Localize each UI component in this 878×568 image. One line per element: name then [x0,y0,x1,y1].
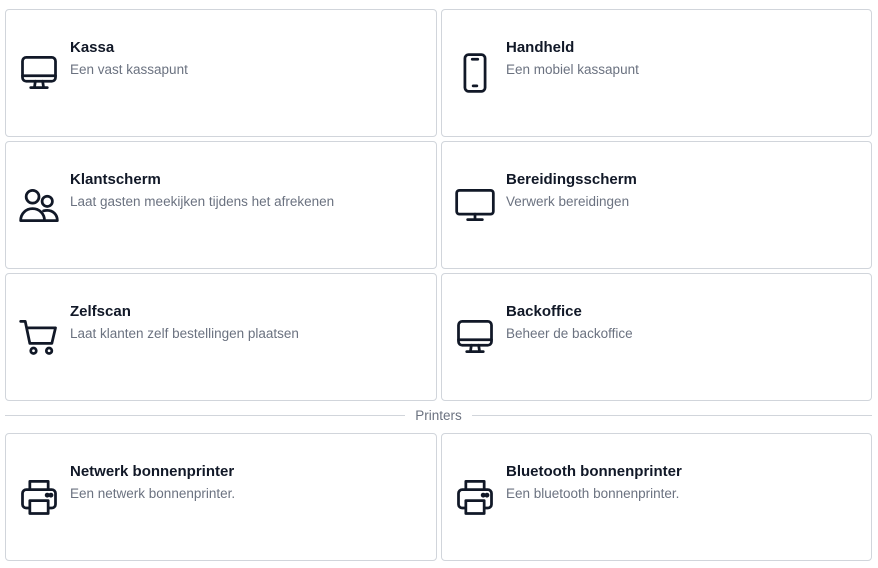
device-card-kassa[interactable]: Kassa Een vast kassapunt [5,9,437,137]
shopping-cart-icon [17,274,61,400]
users-icon [17,142,61,268]
printer-description: Een bluetooth bonnenprinter. [506,486,680,501]
device-title: Kassa [70,39,115,56]
divider-line [471,414,873,416]
desktop-computer-icon [17,10,61,136]
device-type-grid: Kassa Een vast kassapunt Handheld Een mo… [5,9,872,401]
device-description: Laat gasten meekijken tijdens het afreke… [70,194,335,209]
monitor-icon [453,142,497,268]
device-title: Klantscherm [70,171,161,188]
printer-title: Bluetooth bonnenprinter [506,463,682,480]
printer-icon [17,434,61,560]
printers-section-label: Printers [415,407,462,423]
device-description: Beheer de backoffice [506,326,633,341]
device-card-backoffice[interactable]: Backoffice Beheer de backoffice [441,273,872,401]
device-card-bereidingsscherm[interactable]: Bereidingsscherm Verwerk bereidingen [441,141,872,269]
printer-card-netwerk[interactable]: Netwerk bonnenprinter Een netwerk bonnen… [5,433,437,561]
device-card-zelfscan[interactable]: Zelfscan Laat klanten zelf bestellingen … [5,273,437,401]
divider-line [5,414,406,416]
mobile-phone-icon [453,10,497,136]
printer-icon [453,434,497,560]
printer-title: Netwerk bonnenprinter [70,463,235,480]
device-card-handheld[interactable]: Handheld Een mobiel kassapunt [441,9,872,137]
printer-description: Een netwerk bonnenprinter. [70,486,236,501]
device-title: Zelfscan [70,303,131,320]
device-title: Bereidingsscherm [506,171,637,188]
device-description: Een mobiel kassapunt [506,62,639,77]
printers-divider: Printers [5,405,873,425]
printer-type-grid: Netwerk bonnenprinter Een netwerk bonnen… [5,433,872,561]
device-description: Verwerk bereidingen [506,194,630,209]
device-card-klantscherm[interactable]: Klantscherm Laat gasten meekijken tijden… [5,141,437,269]
device-title: Handheld [506,39,575,56]
desktop-computer-icon [453,274,497,400]
device-description: Een vast kassapunt [70,62,188,77]
printer-card-bluetooth[interactable]: Bluetooth bonnenprinter Een bluetooth bo… [441,433,872,561]
device-title: Backoffice [506,303,582,320]
device-description: Laat klanten zelf bestellingen plaatsen [70,326,299,341]
